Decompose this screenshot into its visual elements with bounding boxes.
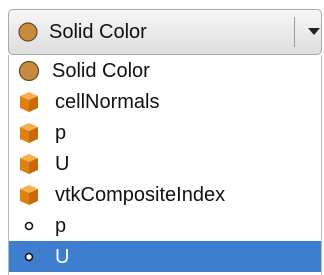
list-item-u-cell[interactable]: U [9, 148, 321, 179]
chevron-down-icon[interactable] [308, 28, 320, 35]
combobox-separator [294, 17, 295, 47]
list-item-label: vtkCompositeIndex [55, 184, 226, 206]
list-item-label: p [55, 122, 67, 144]
cell-data-cube-icon [20, 154, 38, 174]
combobox-selected-label: Solid Color [49, 21, 147, 43]
solid-color-circle-icon [18, 60, 40, 82]
coloring-dropdown-list: Solid Color cellNormals p U vtkComposite… [8, 55, 322, 275]
cell-data-cube-icon [20, 185, 38, 205]
list-item-cellnormals[interactable]: cellNormals [9, 86, 321, 117]
list-item-label: U [55, 153, 70, 175]
list-item-solid-color[interactable]: Solid Color [9, 55, 321, 86]
solid-color-circle-icon [18, 22, 38, 42]
list-item-p-point[interactable]: p [9, 210, 321, 241]
list-item-label: cellNormals [55, 91, 160, 113]
list-item-p-cell[interactable]: p [9, 117, 321, 148]
point-data-dot-icon [24, 252, 34, 262]
list-item-vtkcompositeindex[interactable]: vtkCompositeIndex [9, 179, 321, 210]
cell-data-cube-icon [20, 92, 38, 112]
point-data-dot-icon [24, 221, 34, 231]
list-item-label: U [55, 246, 70, 268]
list-item-label: p [55, 215, 67, 237]
list-item-u-point[interactable]: U [9, 241, 321, 272]
list-item-label: Solid Color [52, 60, 150, 82]
cell-data-cube-icon [20, 123, 38, 143]
coloring-combobox[interactable]: Solid Color [8, 9, 322, 55]
